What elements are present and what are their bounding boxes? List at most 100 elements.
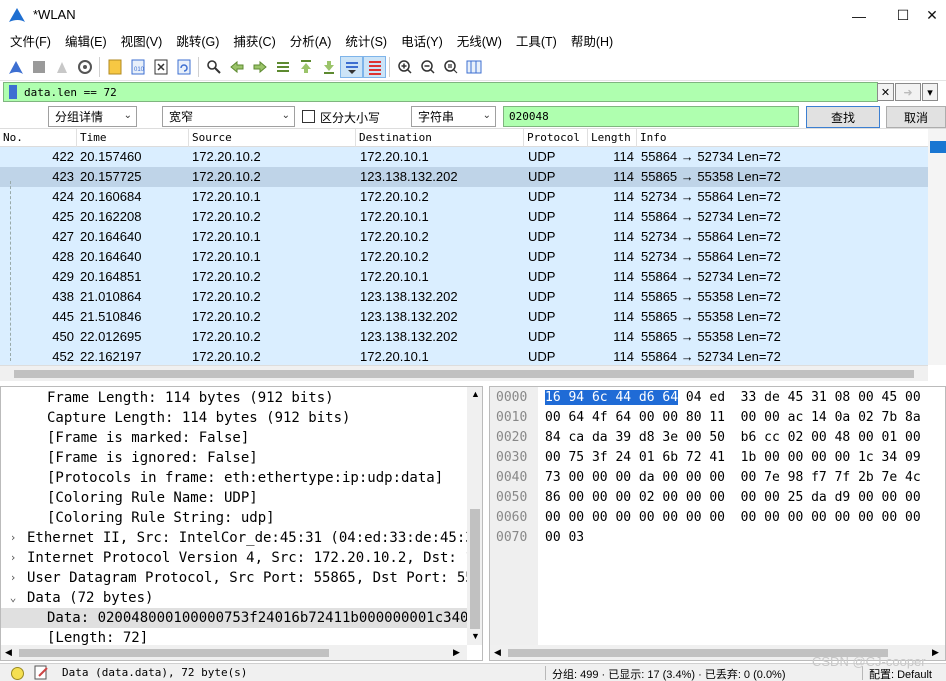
scroll-right-icon[interactable]: ▶ (453, 647, 460, 658)
packet-row[interactable]: 424 20.160684 172.20.10.1 172.20.10.2 UDP 114… (0, 187, 928, 207)
apply-filter-icon[interactable]: ➜ (895, 83, 921, 101)
menu-help[interactable]: 帮助(H) (564, 31, 620, 54)
go-back-icon[interactable] (225, 56, 248, 78)
detail-line[interactable]: [Coloring Rule Name: UDP] (1, 488, 467, 508)
hex-bytes-line[interactable]: 84 ca da 39 d8 3e 00 50 b6 cc 02 00 48 0… (545, 428, 921, 448)
packet-row[interactable]: 429 20.164851 172.20.10.2 172.20.10.1 UDP 114… (0, 267, 928, 287)
detail-line[interactable]: › Internet Protocol Version 4, Src: 172.2… (1, 548, 467, 568)
hex-bytes-line[interactable]: 00 03 (545, 528, 584, 548)
cancel-button[interactable]: 取消 (886, 106, 946, 128)
reload-icon[interactable] (172, 56, 195, 78)
column-header-length[interactable]: Length (588, 129, 637, 147)
menu-analyze[interactable]: 分析(A) (283, 31, 339, 54)
minimize-button[interactable]: — (836, 0, 882, 31)
resize-columns-icon[interactable] (462, 56, 485, 78)
packet-row[interactable]: 438 21.010864 172.20.10.2 123.138.132.202 UD… (0, 287, 928, 307)
expand-arrow-icon[interactable]: › (7, 528, 19, 548)
detail-line[interactable]: [Frame is ignored: False] (1, 448, 467, 468)
chevron-down-icon[interactable]: ▾ (922, 83, 938, 101)
column-header-protocol[interactable]: Protocol (524, 129, 588, 147)
menu-telephony[interactable]: 电话(Y) (394, 31, 450, 54)
scroll-thumb[interactable] (19, 649, 329, 657)
menu-go[interactable]: 跳转(G) (169, 31, 226, 54)
char-width-select[interactable]: 宽窄 ⌄ (162, 106, 295, 127)
find-packet-icon[interactable] (202, 56, 225, 78)
expand-arrow-icon[interactable]: › (7, 548, 19, 568)
details-vscroll[interactable]: ▲ ▼ (467, 387, 482, 645)
packet-row[interactable]: 422 20.157460 172.20.10.2 172.20.10.1 UDP 114… (0, 147, 928, 167)
collapse-arrow-icon[interactable]: ⌄ (7, 588, 19, 608)
scroll-left-icon[interactable]: ◀ (5, 647, 12, 658)
bookmark-icon[interactable] (9, 85, 17, 99)
column-header-time[interactable]: Time (77, 129, 189, 147)
scroll-up-icon[interactable]: ▲ (471, 389, 480, 399)
expert-info-icon[interactable] (11, 667, 24, 680)
details-hscroll[interactable]: ◀ ▶ (1, 645, 467, 660)
detail-line[interactable]: › User Datagram Protocol, Src Port: 55865… (1, 568, 467, 588)
detail-line[interactable]: [Coloring Rule String: udp] (1, 508, 467, 528)
menu-view[interactable]: 视图(V) (114, 31, 170, 54)
go-first-icon[interactable] (294, 56, 317, 78)
detail-line[interactable]: › Ethernet II, Src: IntelCor_de:45:31 (04… (1, 528, 467, 548)
column-header-source[interactable]: Source (189, 129, 356, 147)
hex-bytes-line[interactable]: 16 94 6c 44 d6 64 04 ed 33 de 45 31 08 0… (545, 388, 921, 408)
hex-bytes-line[interactable]: 73 00 00 00 da 00 00 00 00 7e 98 f7 7f 2… (545, 468, 921, 488)
scroll-right-icon[interactable]: ▶ (932, 647, 939, 658)
scroll-left-icon[interactable]: ◀ (494, 647, 501, 658)
zoom-in-icon[interactable] (393, 56, 416, 78)
zoom-out-icon[interactable] (416, 56, 439, 78)
capture-comment-icon[interactable] (34, 665, 49, 680)
find-button[interactable]: 查找 (806, 106, 880, 128)
go-last-icon[interactable] (317, 56, 340, 78)
clear-filter-icon[interactable]: ✕ (877, 83, 894, 101)
autoscroll-icon[interactable] (340, 56, 363, 78)
menu-capture[interactable]: 捕获(C) (226, 31, 282, 54)
detail-line[interactable]: Capture Length: 114 bytes (912 bits) (1, 408, 467, 428)
file-binary-icon[interactable]: 010 (126, 56, 149, 78)
zoom-normal-icon[interactable] (439, 56, 462, 78)
go-to-packet-icon[interactable] (271, 56, 294, 78)
scroll-thumb[interactable] (930, 141, 946, 153)
search-input[interactable]: 020048 (503, 106, 799, 127)
search-type-select[interactable]: 字符串 ⌄ (411, 106, 496, 127)
scroll-thumb[interactable] (470, 509, 480, 629)
stop-icon[interactable] (27, 56, 50, 78)
close-file-icon[interactable] (149, 56, 172, 78)
packet-list-hscroll[interactable] (0, 365, 928, 381)
packet-row[interactable]: 450 22.012695 172.20.10.2 123.138.132.202 UD… (0, 327, 928, 347)
detail-line[interactable]: [Frame is marked: False] (1, 428, 467, 448)
go-forward-icon[interactable] (248, 56, 271, 78)
capture-options-icon[interactable] (73, 56, 96, 78)
expand-arrow-icon[interactable]: › (7, 568, 19, 588)
detail-line[interactable]: Frame Length: 114 bytes (912 bits) (1, 388, 467, 408)
packet-list-vscroll[interactable] (928, 129, 946, 365)
detail-line[interactable]: [Protocols in frame: eth:ethertype:ip:ud… (1, 468, 467, 488)
scroll-thumb[interactable] (14, 370, 914, 378)
display-filter-input[interactable]: data.len == 72 (3, 82, 878, 102)
column-header-destination[interactable]: Destination (356, 129, 524, 147)
menu-statistics[interactable]: 统计(S) (338, 31, 394, 54)
restart-icon[interactable] (50, 56, 73, 78)
menu-edit[interactable]: 编辑(E) (58, 31, 114, 54)
menu-tools[interactable]: 工具(T) (509, 31, 564, 54)
colorize-icon[interactable] (363, 56, 386, 78)
packet-row[interactable]: 428 20.164640 172.20.10.1 172.20.10.2 UDP 114… (0, 247, 928, 267)
open-file-icon[interactable] (103, 56, 126, 78)
case-sensitive-checkbox[interactable] (302, 110, 315, 123)
detail-line[interactable]: Data: 020048000100000753f24016b72411b000… (1, 608, 467, 628)
hex-bytes-line[interactable]: 00 64 4f 64 00 00 80 11 00 00 ac 14 0a 0… (545, 408, 921, 428)
column-header-info[interactable]: Info (637, 129, 928, 147)
hex-bytes-line[interactable]: 00 00 00 00 00 00 00 00 00 00 00 00 00 0… (545, 508, 921, 528)
packet-row[interactable]: 425 20.162208 172.20.10.2 172.20.10.1 UDP 114… (0, 207, 928, 227)
packet-row[interactable]: 423 20.157725 172.20.10.2 123.138.132.202 UD… (0, 167, 928, 187)
packet-row[interactable]: 452 22.162197 172.20.10.2 172.20.10.1 UDP 114… (0, 347, 928, 367)
close-button[interactable]: ✕ (918, 0, 946, 31)
packet-row[interactable]: 427 20.164640 172.20.10.1 172.20.10.2 UDP 114… (0, 227, 928, 247)
packet-row[interactable]: 445 21.510846 172.20.10.2 123.138.132.202 UD… (0, 307, 928, 327)
menu-file[interactable]: 文件(F) (3, 31, 58, 54)
hex-bytes-line[interactable]: 86 00 00 00 02 00 00 00 00 00 25 da d9 0… (545, 488, 921, 508)
menu-wireless[interactable]: 无线(W) (450, 31, 509, 54)
detail-line[interactable]: ⌄ Data (72 bytes) (1, 588, 467, 608)
scroll-down-icon[interactable]: ▼ (471, 631, 480, 641)
hex-bytes-line[interactable]: 00 75 3f 24 01 6b 72 41 1b 00 00 00 00 1… (545, 448, 921, 468)
